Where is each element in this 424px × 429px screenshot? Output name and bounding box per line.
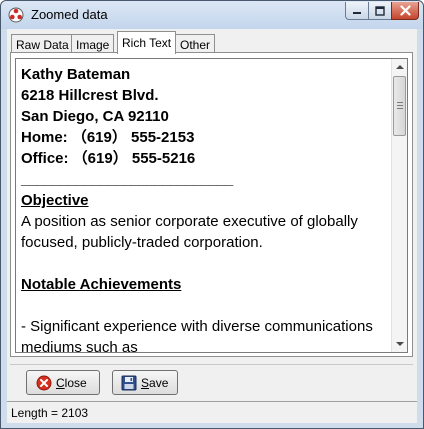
length-status: Length = 2103 <box>11 406 89 420</box>
rich-text-viewer[interactable]: Kathy Bateman 6218 Hillcrest Blvd. San D… <box>15 58 408 353</box>
grip-line <box>397 105 403 106</box>
floppy-disk-icon <box>121 375 137 390</box>
status-bar: Length = 2103 <box>7 401 417 423</box>
achievements-heading: Notable Achievements <box>21 276 182 293</box>
objective-text: A position as senior corporate executive… <box>21 213 358 251</box>
rich-text-content: Kathy Bateman 6218 Hillcrest Blvd. San D… <box>21 64 389 353</box>
minimize-button[interactable] <box>345 2 369 20</box>
save-button[interactable]: Save <box>112 370 178 395</box>
objective-heading: Objective <box>21 192 89 209</box>
grip-line <box>397 102 403 103</box>
scroll-down-button[interactable] <box>392 336 407 352</box>
maximize-icon <box>375 5 385 16</box>
close-icon <box>399 5 411 16</box>
tab-rich-text[interactable]: Rich Text <box>117 31 177 54</box>
grip-line <box>397 108 403 109</box>
contact-address: 6218 Hillcrest Blvd. <box>21 87 159 104</box>
vertical-scrollbar[interactable] <box>391 59 407 352</box>
chevron-down-icon <box>396 342 404 346</box>
close-button[interactable]: Close <box>26 370 100 395</box>
contact-name: Kathy Bateman <box>21 66 131 83</box>
save-button-label: Save <box>141 375 169 390</box>
tab-other[interactable]: Other <box>175 34 216 53</box>
tab-page-rich-text: Kathy Bateman 6218 Hillcrest Blvd. San D… <box>10 52 413 357</box>
maximize-button[interactable] <box>368 2 392 20</box>
button-bar: Close Save <box>10 364 413 400</box>
contact-office-phone: Office: （619） 555-5216 <box>21 150 196 167</box>
contact-home-phone: Home: （619） 555-2153 <box>21 129 195 146</box>
tab-raw-data[interactable]: Raw Data <box>11 34 74 53</box>
window-title: Zoomed data <box>31 7 108 22</box>
window-close-button[interactable] <box>391 2 419 20</box>
title-bar[interactable]: Zoomed data <box>1 1 423 29</box>
divider-rule: ___________________________ <box>21 171 233 188</box>
client-area: Raw Data Image Rich Text Other Kathy Bat… <box>7 29 417 423</box>
contact-city: San Diego, CA 92110 <box>21 108 169 125</box>
scroll-up-button[interactable] <box>392 59 407 75</box>
close-button-label: Close <box>56 375 87 390</box>
tab-image[interactable]: Image <box>71 34 115 53</box>
app-icon <box>8 7 24 23</box>
minimize-icon <box>353 11 361 14</box>
close-circle-icon <box>36 375 52 390</box>
zoomed-data-window: Zoomed data Raw Data Image Rich Text Oth… <box>0 0 424 429</box>
scroll-thumb[interactable] <box>393 76 406 136</box>
chevron-up-icon <box>396 65 404 69</box>
achievement-item: - Significant experience with diverse co… <box>21 318 373 353</box>
